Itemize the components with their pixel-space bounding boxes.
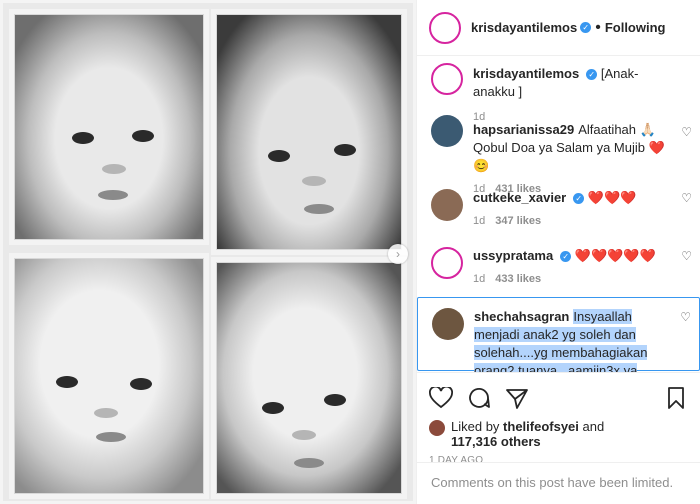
comment-username[interactable]: cutkeke_xavier	[473, 190, 566, 205]
list-item: hapsarianissa29 Alfaatihah 🙏🏻 Qobul Doa y…	[417, 113, 700, 195]
eye	[56, 376, 78, 388]
liked-by: Liked by thelifeofsyei and 117,316 other…	[429, 419, 686, 449]
post-header: krisdayantilemos ✓ • Following	[417, 0, 700, 56]
liked-by-user[interactable]: thelifeofsyei	[503, 419, 579, 434]
eye	[268, 150, 290, 162]
verified-icon: ✓	[573, 193, 585, 205]
chevron-right-icon[interactable]: ›	[388, 244, 408, 264]
mouth	[304, 204, 334, 214]
comments-list[interactable]: krisdayantilemos ✓ [Anak-anakku ] 1d haps…	[417, 57, 700, 372]
heart-icon[interactable]: ♡	[681, 249, 692, 263]
nose	[302, 176, 326, 186]
list-item: ussypratama ✓ ❤️❤️❤️❤️❤️ 1d 433 likes ♡	[417, 237, 700, 299]
nose	[94, 408, 118, 418]
list-item: shechahsagran Insyaallah menjadi anak2 yg…	[417, 297, 700, 372]
liked-by-prefix: Liked by	[451, 419, 500, 434]
caption: krisdayantilemos ✓ [Anak-anakku ] 1d	[417, 57, 700, 123]
post-panel: krisdayantilemos ✓ • Following krisdayan…	[416, 0, 700, 504]
comment-age: 1d	[473, 215, 486, 227]
mouth	[294, 458, 324, 468]
post-actions: Liked by thelifeofsyei and 117,316 other…	[417, 372, 700, 466]
author-username[interactable]: krisdayantilemos	[471, 20, 577, 35]
author-avatar[interactable]	[431, 63, 463, 95]
heart-icon[interactable]	[429, 387, 453, 409]
comment-username[interactable]: shechahsagran	[474, 309, 569, 324]
heart-icon[interactable]: ♡	[681, 191, 692, 205]
comment-username[interactable]: ussypratama	[473, 248, 553, 263]
likes-count[interactable]: 117,316 others	[451, 434, 541, 449]
mouth	[98, 190, 128, 200]
comment-text: ❤️❤️❤️	[587, 190, 637, 205]
verified-icon: ✓	[580, 22, 592, 33]
list-item: cutkeke_xavier ✓ ❤️❤️❤️ 1d 347 likes ♡	[417, 175, 700, 237]
eye	[324, 394, 346, 406]
commenter-avatar[interactable]	[431, 189, 463, 221]
commenter-avatar[interactable]	[432, 308, 464, 340]
comment-age: 1d	[473, 273, 486, 285]
heart-icon[interactable]: ♡	[680, 310, 691, 324]
verified-icon: ✓	[560, 251, 572, 263]
separator: •	[595, 18, 601, 36]
mouth	[96, 432, 126, 442]
verified-icon: ✓	[586, 69, 598, 81]
comment-text: ❤️❤️❤️❤️❤️	[574, 248, 656, 263]
commenter-avatar[interactable]	[431, 115, 463, 147]
comment-icon[interactable]	[467, 387, 491, 409]
nose	[102, 164, 126, 174]
eye	[132, 130, 154, 142]
post-media[interactable]: ›	[0, 0, 416, 504]
liker-avatar[interactable]	[429, 420, 445, 436]
author-avatar[interactable]	[429, 11, 461, 44]
eye	[334, 144, 356, 156]
action-bar	[429, 381, 686, 415]
comment-username[interactable]: hapsarianissa29	[473, 122, 574, 137]
following-button[interactable]: Following	[605, 20, 666, 35]
eye	[262, 402, 284, 414]
comment-likes[interactable]: 433 likes	[495, 273, 541, 285]
baby-photo-4	[211, 257, 407, 499]
bookmark-icon[interactable]	[666, 387, 686, 409]
share-icon[interactable]	[505, 387, 529, 409]
eye	[130, 378, 152, 390]
comment-likes[interactable]: 347 likes	[495, 215, 541, 227]
liked-by-and: and	[582, 419, 605, 434]
photo-collage	[3, 3, 413, 501]
baby-photo-2	[211, 9, 407, 255]
comments-limited-notice: Comments on this post have been limited.	[417, 462, 700, 504]
baby-photo-1	[9, 9, 209, 245]
baby-photo-3	[9, 253, 209, 499]
eye	[72, 132, 94, 144]
commenter-avatar[interactable]	[431, 247, 463, 279]
caption-username[interactable]: krisdayantilemos	[473, 66, 579, 81]
nose	[292, 430, 316, 440]
heart-icon[interactable]: ♡	[681, 125, 692, 139]
